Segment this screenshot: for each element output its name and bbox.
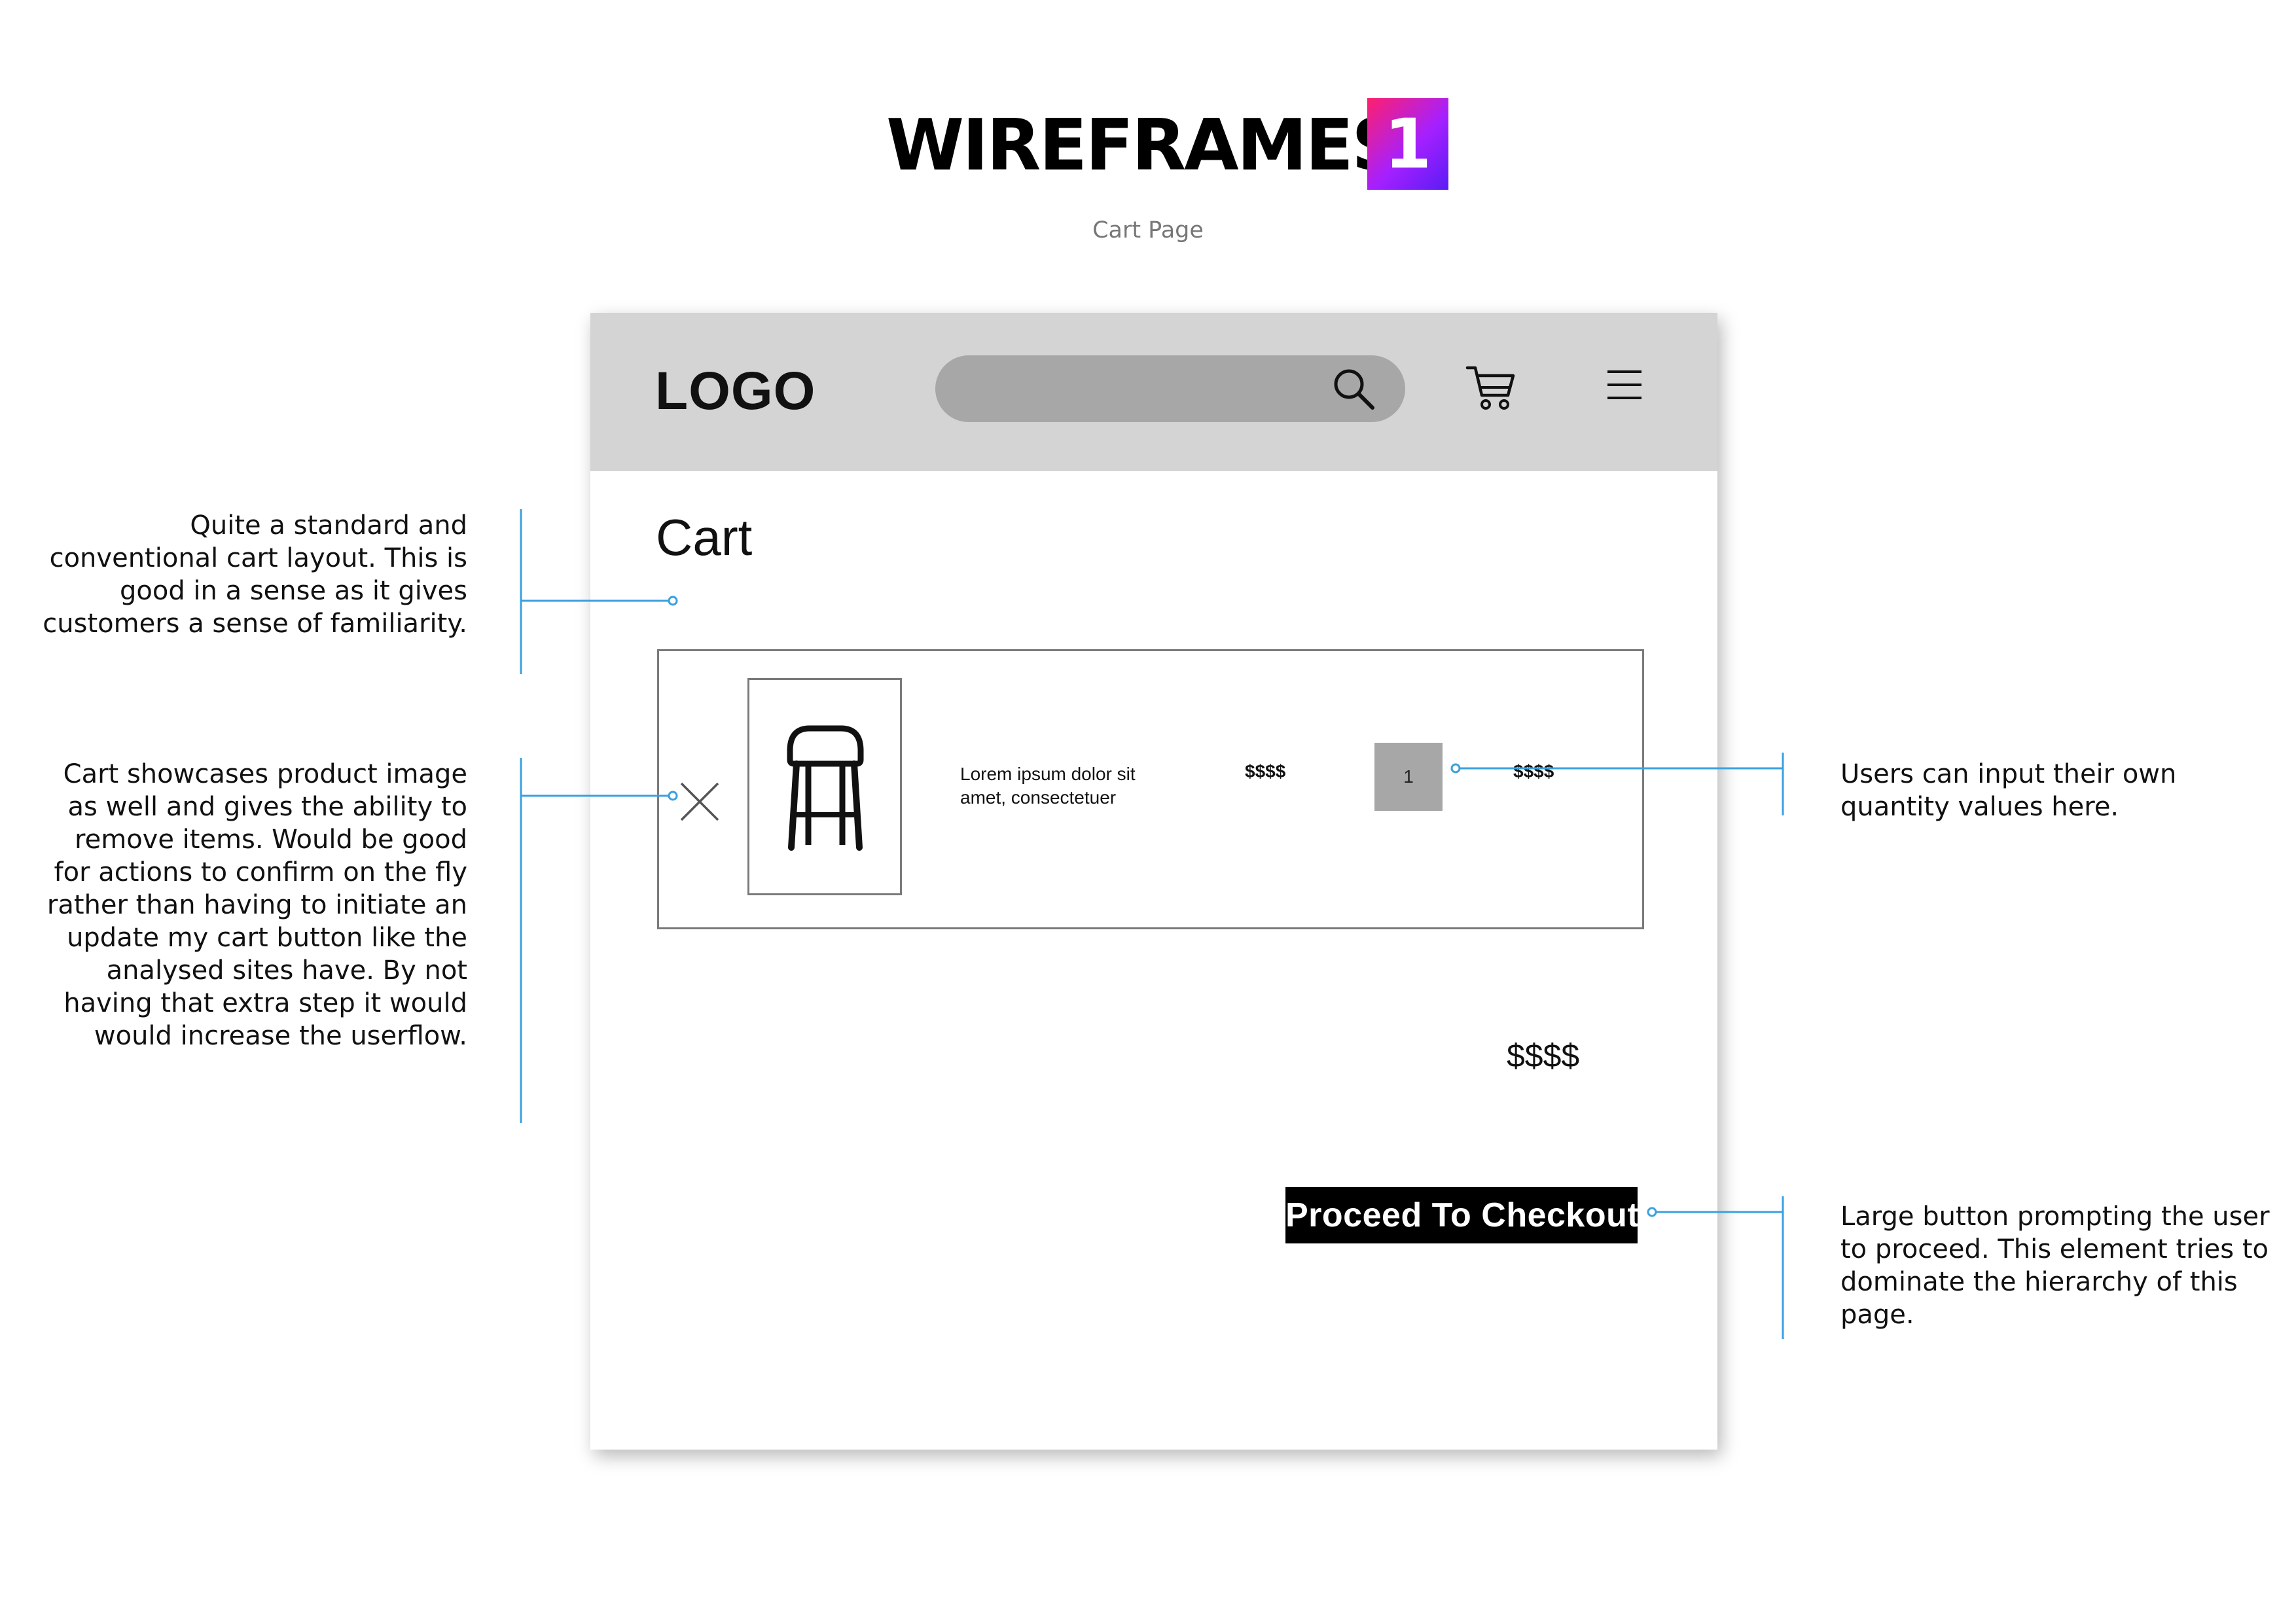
search-input[interactable] <box>935 355 1405 422</box>
quantity-input[interactable]: 1 <box>1374 743 1443 811</box>
annotation-layout: Quite a standard and conventional cart l… <box>43 510 467 639</box>
close-icon[interactable] <box>679 781 721 823</box>
navbar: LOGO <box>590 313 1717 471</box>
checkout-button[interactable]: Proceed To Checkout <box>1285 1187 1639 1243</box>
annotation-checkout: Large button prompting the user to proce… <box>1840 1202 2270 1330</box>
menu-icon[interactable] <box>1605 365 1644 404</box>
item-price: $$$$ <box>1245 761 1286 781</box>
annotation-product: Cart showcases product image as well and… <box>46 759 467 1051</box>
cart-heading: Cart <box>656 508 753 566</box>
page-title: WIREFRAMES <box>886 105 1403 187</box>
page-number-badge: 1 <box>1367 98 1448 190</box>
wireframe-frame: LOGO Cart Lorem ipsum dolor sit amet, co… <box>590 313 1717 1450</box>
cart-item-row: Lorem ipsum dolor sit amet, consectetuer… <box>657 649 1644 929</box>
product-image <box>747 678 902 895</box>
annotation-quantity: Users can input their own quantity value… <box>1840 759 2177 822</box>
cart-icon[interactable] <box>1465 361 1517 414</box>
line-total: $$$$ <box>1513 761 1554 781</box>
search-icon[interactable] <box>1331 366 1376 412</box>
product-name: Lorem ipsum dolor sit amet, consectetuer <box>960 764 1136 808</box>
stool-icon <box>787 725 864 851</box>
cart-total: $$$$ <box>1507 1037 1580 1074</box>
logo[interactable]: LOGO <box>655 355 816 427</box>
page-subtitle: Cart Page <box>1092 217 1204 243</box>
